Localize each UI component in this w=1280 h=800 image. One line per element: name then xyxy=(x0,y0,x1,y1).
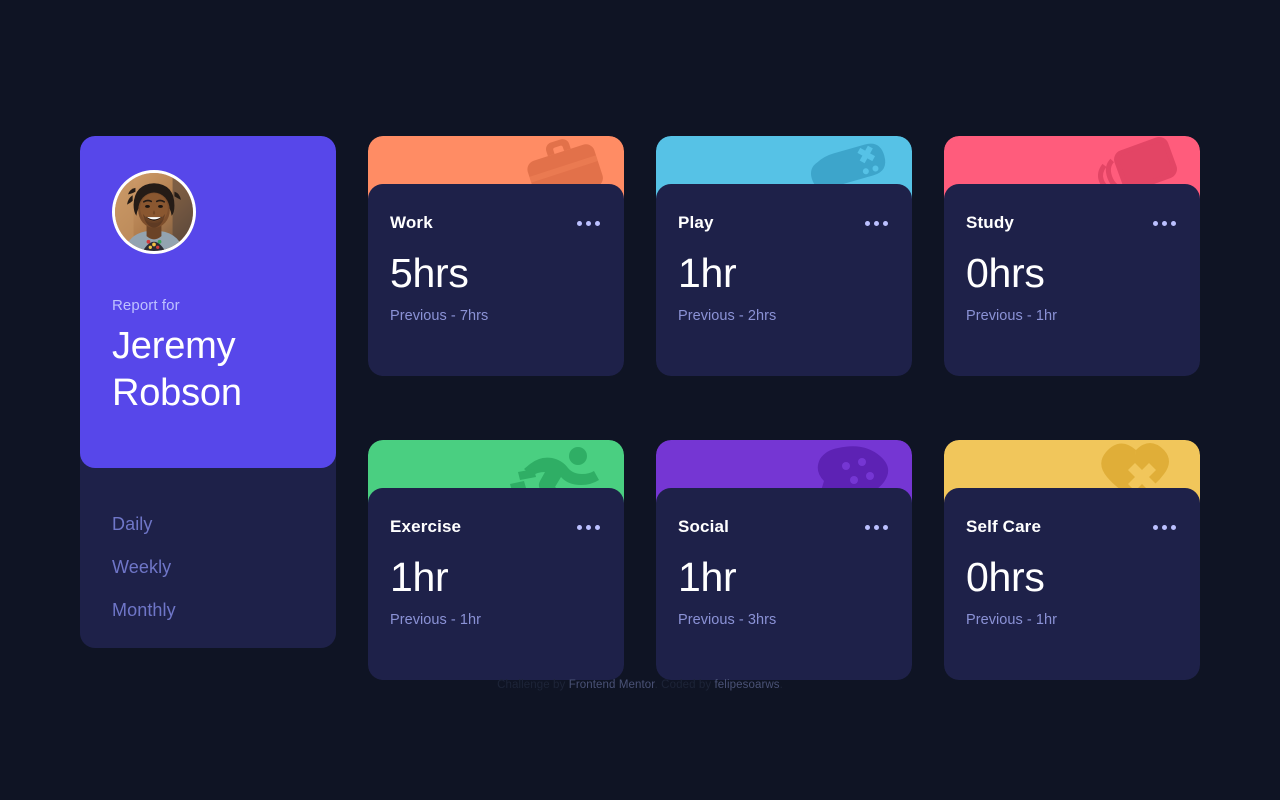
stat-card-play: Play 1hr Previous - 2hrs xyxy=(656,136,912,376)
card-body-exercise[interactable]: Exercise 1hr Previous - 1hr xyxy=(368,488,624,680)
card-body-social[interactable]: Social 1hr Previous - 3hrs xyxy=(656,488,912,680)
attribution-challenge-prefix: Challenge by xyxy=(497,679,566,691)
dot xyxy=(1171,524,1176,530)
card-previous-work: Previous - 7hrs xyxy=(390,308,489,324)
dot xyxy=(1162,524,1167,530)
card-body-play[interactable]: Play 1hr Previous - 2hrs xyxy=(656,184,912,376)
report-for-label: Report for xyxy=(112,297,180,314)
ellipsis-icon-play[interactable] xyxy=(863,217,890,230)
dot xyxy=(883,524,888,530)
dot xyxy=(577,524,582,530)
ellipsis-icon-study[interactable] xyxy=(1151,217,1178,230)
attribution: Challenge by Frontend Mentor. Coded by f… xyxy=(0,679,1280,691)
nav-link-daily[interactable]: Daily xyxy=(112,514,153,535)
profile-name-first: Jeremy xyxy=(112,325,236,367)
dot xyxy=(883,220,888,226)
page-title: Jeremy Robson xyxy=(112,323,304,417)
dashboard-grid: Report for Jeremy Robson Daily Weekly Mo… xyxy=(80,136,1200,712)
ellipsis-icon-work[interactable] xyxy=(575,217,602,230)
card-body-self-care[interactable]: Self Care 0hrs Previous - 1hr xyxy=(944,488,1200,680)
dot xyxy=(595,524,600,530)
card-hours-work: 5hrs xyxy=(390,250,469,296)
card-hours-play: 1hr xyxy=(678,250,737,296)
attribution-suffix: . xyxy=(779,679,783,691)
card-title-work: Work xyxy=(390,213,433,232)
dot xyxy=(1171,220,1176,226)
dot xyxy=(586,524,591,530)
ellipsis-icon-self-care[interactable] xyxy=(1151,521,1178,534)
stat-card-exercise: Exercise 1hr Previous - 1hr xyxy=(368,440,624,680)
profile-card: Report for Jeremy Robson Daily Weekly Mo… xyxy=(80,136,336,648)
dot xyxy=(865,220,870,226)
card-previous-exercise: Previous - 1hr xyxy=(390,612,481,628)
ellipsis-icon-exercise[interactable] xyxy=(575,521,602,534)
dot xyxy=(586,220,591,226)
card-previous-play: Previous - 2hrs xyxy=(678,308,777,324)
card-head-self-care: Self Care xyxy=(966,516,1178,538)
ellipsis-icon-social[interactable] xyxy=(863,521,890,534)
card-hours-study: 0hrs xyxy=(966,250,1045,296)
card-title-play: Play xyxy=(678,213,714,232)
card-head-play: Play xyxy=(678,212,890,234)
card-body-work[interactable]: Work 5hrs Previous - 7hrs xyxy=(368,184,624,376)
card-previous-study: Previous - 1hr xyxy=(966,308,1057,324)
nav-link-monthly[interactable]: Monthly xyxy=(112,600,176,621)
card-title-self-care: Self Care xyxy=(966,517,1042,536)
card-head-work: Work xyxy=(390,212,602,234)
dot xyxy=(595,220,600,226)
card-hours-social: 1hr xyxy=(678,554,737,600)
dot xyxy=(1153,524,1158,530)
card-hours-self-care: 0hrs xyxy=(966,554,1045,600)
dashboard-page: Report for Jeremy Robson Daily Weekly Mo… xyxy=(0,0,1280,800)
card-hours-exercise: 1hr xyxy=(390,554,449,600)
card-previous-social: Previous - 3hrs xyxy=(678,612,777,628)
stat-card-work: Work 5hrs Previous - 7hrs xyxy=(368,136,624,376)
stat-card-study: Study 0hrs Previous - 1hr xyxy=(944,136,1200,376)
dot xyxy=(577,220,582,226)
card-previous-self-care: Previous - 1hr xyxy=(966,612,1057,628)
card-title-social: Social xyxy=(678,517,729,536)
card-title-study: Study xyxy=(966,213,1014,232)
attribution-author-link[interactable]: felipesoarws xyxy=(715,679,780,691)
profile-name-last: Robson xyxy=(112,372,242,414)
nav-link-weekly[interactable]: Weekly xyxy=(112,557,171,578)
card-head-study: Study xyxy=(966,212,1178,234)
dot xyxy=(1162,220,1167,226)
timeframe-nav: Daily Weekly Monthly xyxy=(80,468,336,621)
avatar xyxy=(112,170,196,254)
attribution-coded-prefix: . Coded by xyxy=(654,679,712,691)
dot xyxy=(874,524,879,530)
card-head-social: Social xyxy=(678,516,890,538)
attribution-frontend-mentor-link[interactable]: Frontend Mentor xyxy=(569,679,655,691)
card-body-study[interactable]: Study 0hrs Previous - 1hr xyxy=(944,184,1200,376)
stat-card-self-care: Self Care 0hrs Previous - 1hr xyxy=(944,440,1200,680)
stat-card-social: Social 1hr Previous - 3hrs xyxy=(656,440,912,680)
dot xyxy=(1153,220,1158,226)
profile-header: Report for Jeremy Robson xyxy=(80,136,336,468)
user-avatar-photo xyxy=(115,173,193,251)
card-head-exercise: Exercise xyxy=(390,516,602,538)
dot xyxy=(874,220,879,226)
card-title-exercise: Exercise xyxy=(390,517,462,536)
dot xyxy=(865,524,870,530)
